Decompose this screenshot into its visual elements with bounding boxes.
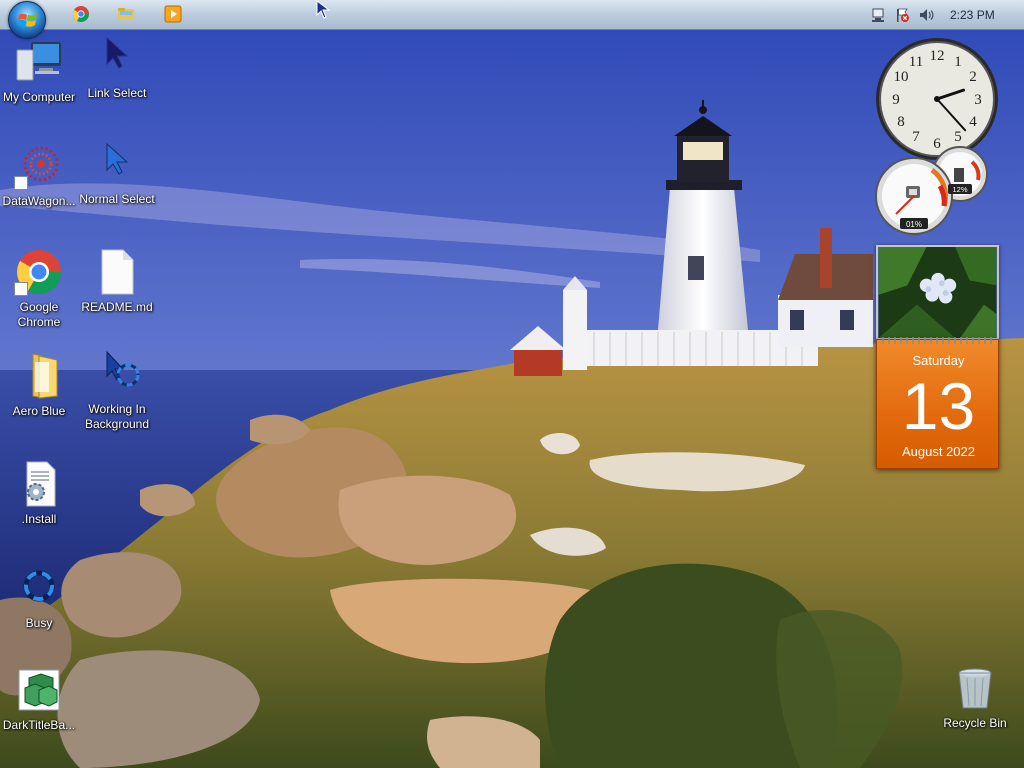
svg-text:2: 2 [969,69,977,85]
taskbar: 2:23 PM [0,0,1024,39]
link-select-cursor-icon [106,36,129,69]
desktop-icon-busy[interactable]: Busy [0,564,78,631]
computer-icon [16,42,61,81]
desktop-icon-recycle-bin[interactable]: Recycle Bin [936,664,1014,731]
calendar-day: 13 [901,369,976,443]
svg-text:10: 10 [894,69,909,85]
desktop-icon-label: README.md [81,300,153,314]
svg-text:7: 7 [912,129,920,145]
cpu-usage-readout: 01% [906,220,922,229]
mouse-cursor-icon [316,0,331,19]
desktop-icon-label: DarkTitleBa... [2,718,76,732]
desktop-icon-label: Working In Background [84,402,150,431]
desktop-icon-normal-select[interactable]: Normal Select [78,140,156,207]
action-center-flag-icon[interactable] [894,7,910,23]
folder-icon [32,353,58,399]
memory-usage-readout: 12% [952,185,967,194]
desktop-icon-link-select[interactable]: Link Select [78,34,156,101]
desktop-icon-aero-blue[interactable]: Aero Blue [0,352,78,419]
taskbar-clock[interactable]: 2:23 PM [950,8,995,22]
normal-select-cursor-icon [106,142,129,175]
desktop[interactable]: 2:23 PM My Computer Link Select DataWago… [0,0,1024,768]
network-icon[interactable] [870,7,886,23]
shortcut-arrow-icon [14,282,28,296]
svg-text:9: 9 [892,92,900,108]
calendar-weekday: Saturday [912,353,965,368]
volume-icon[interactable] [918,7,934,23]
svg-text:3: 3 [974,92,982,108]
svg-text:1: 1 [954,54,962,70]
start-button[interactable] [8,1,46,39]
desktop-icon-label: Link Select [87,86,147,100]
desktop-icon-darktitlebar[interactable]: DarkTitleBa... [0,666,78,733]
media-player-taskbar-icon[interactable] [164,5,182,23]
desktop-icon-label: Aero Blue [12,404,66,418]
chrome-taskbar-icon[interactable] [72,5,90,23]
desktop-icon-install[interactable]: .Install [0,460,78,527]
desktop-icon-label: Normal Select [79,192,155,206]
desktop-icon-label: Recycle Bin [943,716,1007,730]
explorer-taskbar-icon[interactable] [117,5,135,23]
install-config-icon [26,461,56,507]
calendar-month-year: August 2022 [901,444,975,459]
document-icon [101,249,134,295]
calendar-rings [882,337,992,344]
desktop-icon-label: Busy [25,616,53,630]
shortcut-arrow-icon [14,176,28,190]
svg-text:5: 5 [954,129,962,145]
windows-flag-icon [18,13,37,27]
clock-gadget[interactable]: 12 12 345 678 91011 [874,36,1000,162]
svg-text:8: 8 [897,114,905,130]
busy-cursor-icon [23,570,55,602]
desktop-icon-working-in-background[interactable]: Working In Background [78,350,156,432]
slideshow-gadget[interactable] [876,245,999,340]
svg-text:12: 12 [930,48,945,64]
package-icon [18,669,60,711]
desktop-icon-google-chrome[interactable]: Google Chrome [0,248,78,330]
working-cursor-icon [106,350,140,387]
desktop-icon-my-computer[interactable]: My Computer [0,38,78,105]
svg-text:4: 4 [969,114,977,130]
desktop-icon-label: My Computer [2,90,76,104]
desktop-icon-datawagon[interactable]: DataWagon... [0,142,78,209]
desktop-icon-label: Google Chrome [17,300,61,329]
calendar-gadget[interactable]: Saturday 13 August 2022 [876,337,999,469]
svg-text:11: 11 [909,54,923,70]
desktop-icon-label: DataWagon... [2,194,76,208]
recycle-bin-icon [958,668,992,709]
desktop-icon-label: .Install [21,512,57,526]
desktop-icon-readme[interactable]: README.md [78,248,156,315]
cpu-meter-gadget[interactable]: 01% 12% [874,146,1000,238]
system-tray: 2:23 PM [864,0,1024,30]
